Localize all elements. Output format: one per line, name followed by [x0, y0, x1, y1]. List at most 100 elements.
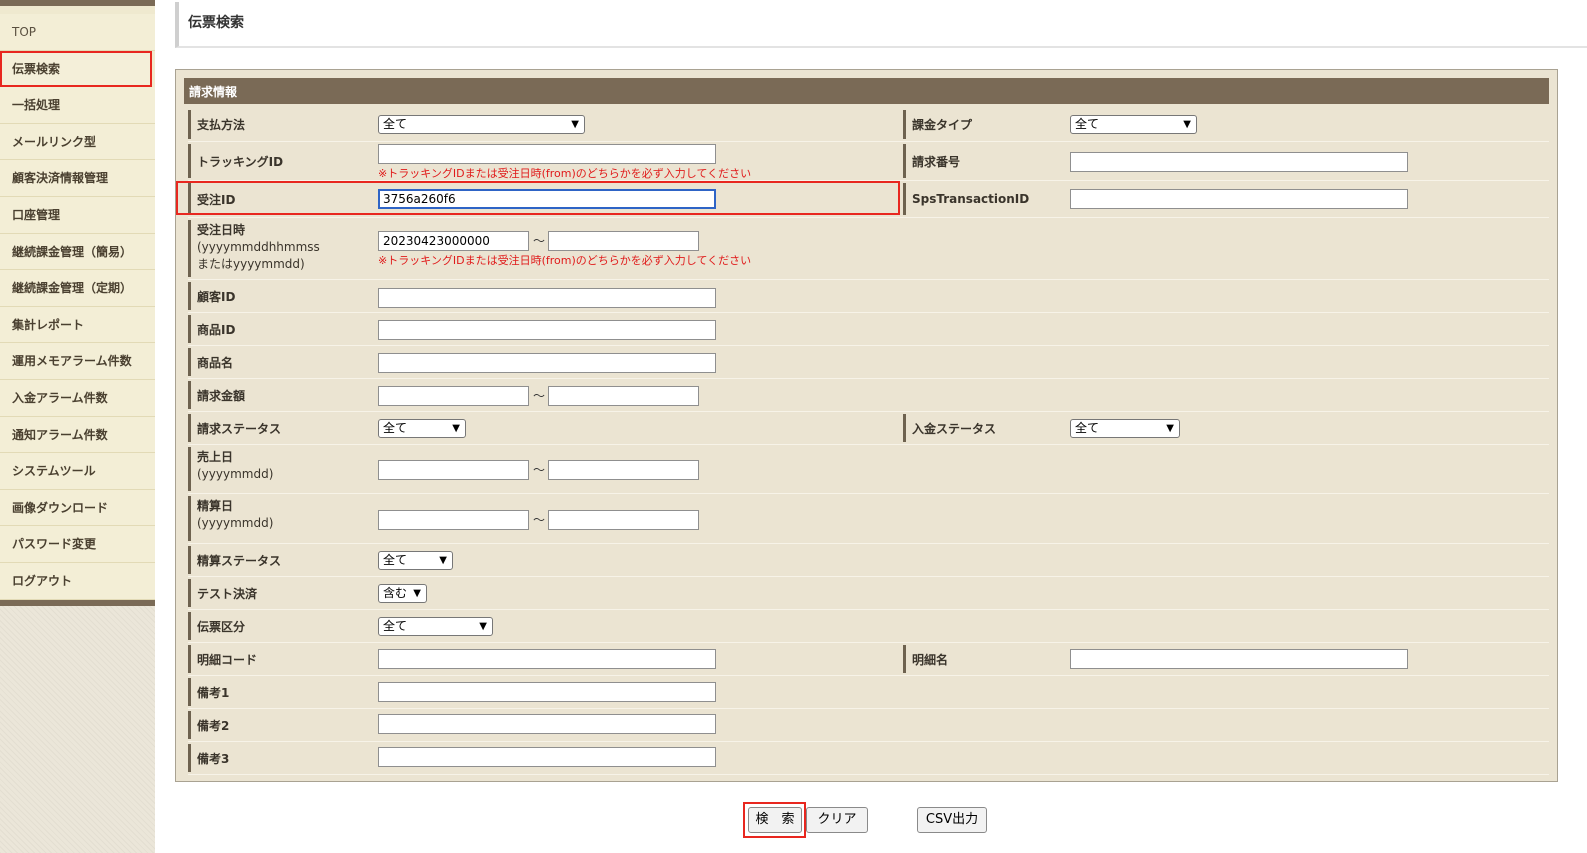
- slip-type-value: 全て: [383, 619, 408, 633]
- row-order-datetime: 受注日時 (yyyymmddhhmmss またはyyyymmdd) 202304…: [188, 218, 1549, 280]
- remarks1-input[interactable]: [378, 682, 716, 702]
- chevron-down-icon: ▼: [439, 555, 447, 566]
- billing-amount-from-input[interactable]: [378, 386, 529, 406]
- settlement-status-select[interactable]: 全て ▼: [378, 551, 453, 570]
- clear-button[interactable]: クリア: [806, 807, 868, 833]
- sidebar-item-subscription-simple[interactable]: 継続課金管理（簡易）: [0, 233, 155, 271]
- detail-name-input[interactable]: [1070, 649, 1408, 669]
- sidebar-menu: TOP 伝票検索 一括処理 メールリンク型 顧客決済情報管理 口座管理 継続課金…: [0, 14, 155, 600]
- sidebar-item-slip-search[interactable]: 伝票検索: [0, 50, 152, 88]
- remarks3-label: 備考3: [188, 744, 368, 772]
- sales-date-from-input[interactable]: [378, 460, 529, 480]
- range-separator: 〜: [533, 463, 546, 477]
- sidebar-item-report[interactable]: 集計レポート: [0, 306, 155, 344]
- row-remarks3: 備考3: [188, 742, 1549, 775]
- billing-type-label: 課金タイプ: [903, 110, 1061, 139]
- sidebar-item-payment-alarm[interactable]: 入金アラーム件数: [0, 379, 155, 417]
- row-slip-type: 伝票区分 全て ▼: [188, 610, 1549, 643]
- search-button[interactable]: 検 索: [748, 807, 802, 833]
- range-separator: 〜: [533, 234, 546, 248]
- row-settlement-date: 精算日 (yyyymmdd) 〜: [188, 494, 1549, 544]
- sidebar-top-bar: [0, 0, 155, 14]
- row-product-id: 商品ID: [188, 313, 1549, 346]
- chevron-down-icon: ▼: [1183, 119, 1191, 130]
- range-separator: 〜: [533, 389, 546, 403]
- sidebar-item-notice-alarm[interactable]: 通知アラーム件数: [0, 416, 155, 454]
- row-order-id: 受注ID 3756a260f6 SpsTransactionID: [188, 181, 1549, 218]
- customer-id-input[interactable]: [378, 288, 716, 308]
- tracking-id-input[interactable]: [378, 144, 716, 164]
- sidebar-item-customer-payment[interactable]: 顧客決済情報管理: [0, 160, 155, 197]
- invoice-number-input[interactable]: [1070, 152, 1408, 172]
- payment-method-label: 支払方法: [188, 110, 368, 139]
- order-datetime-to-input[interactable]: [548, 231, 699, 251]
- sidebar-item-image-download[interactable]: 画像ダウンロード: [0, 489, 155, 527]
- order-datetime-label-format2: またはyyyymmdd): [197, 257, 305, 271]
- product-name-input[interactable]: [378, 353, 716, 373]
- order-id-label: 受注ID: [188, 183, 368, 215]
- billing-type-select[interactable]: 全て ▼: [1070, 115, 1197, 134]
- row-customer-id: 顧客ID: [188, 280, 1549, 313]
- chevron-down-icon: ▼: [413, 588, 421, 599]
- order-datetime-label: 受注日時 (yyyymmddhhmmss またはyyyymmdd): [188, 220, 368, 277]
- sidebar-item-batch[interactable]: 一括処理: [0, 87, 155, 124]
- tracking-warning-text: ※トラッキングIDまたは受注日時(from)のどちらかを必ず入力してください: [378, 167, 752, 180]
- test-payment-label: テスト決済: [188, 579, 368, 607]
- sidebar-item-password[interactable]: パスワード変更: [0, 526, 155, 563]
- payment-status-label: 入金ステータス: [903, 414, 1061, 442]
- chevron-down-icon: ▼: [1166, 423, 1174, 434]
- row-payment-method: 支払方法 全て ▼ 課金タイプ 全て ▼: [188, 108, 1549, 142]
- remarks2-input[interactable]: [378, 714, 716, 734]
- sidebar-item-top[interactable]: TOP: [0, 14, 155, 51]
- sidebar: TOP 伝票検索 一括処理 メールリンク型 顧客決済情報管理 口座管理 継続課金…: [0, 0, 155, 853]
- sales-date-label: 売上日 (yyyymmdd): [188, 447, 368, 491]
- chevron-down-icon: ▼: [452, 423, 460, 434]
- order-datetime-label-format1: (yyyymmddhhmmss: [197, 240, 320, 254]
- settlement-date-from-input[interactable]: [378, 510, 529, 530]
- row-remarks2: 備考2: [188, 709, 1549, 742]
- search-panel: 請求情報 支払方法 全て ▼ 課金タイプ 全て ▼ トラッキングID ※トラッキング…: [175, 69, 1558, 782]
- page-title: 伝票検索: [175, 2, 1587, 48]
- sidebar-item-memo-alarm[interactable]: 運用メモアラーム件数: [0, 343, 155, 380]
- sidebar-item-subscription-regular[interactable]: 継続課金管理（定期）: [0, 270, 155, 307]
- order-datetime-from-input[interactable]: 20230423000000: [378, 231, 529, 251]
- billing-status-select[interactable]: 全て ▼: [378, 419, 466, 438]
- billing-status-value: 全て: [383, 421, 408, 435]
- settlement-date-to-input[interactable]: [548, 510, 699, 530]
- invoice-number-label: 請求番号: [903, 144, 1061, 178]
- sales-date-to-input[interactable]: [548, 460, 699, 480]
- payment-method-select[interactable]: 全て ▼: [378, 115, 585, 134]
- detail-code-input[interactable]: [378, 649, 716, 669]
- settlement-date-label-main: 精算日: [197, 499, 234, 513]
- remarks1-label: 備考1: [188, 678, 368, 706]
- billing-amount-to-input[interactable]: [548, 386, 699, 406]
- order-datetime-warning-text: ※トラッキングIDまたは受注日時(from)のどちらかを必ず入力してください: [378, 254, 752, 267]
- sidebar-item-logout[interactable]: ログアウト: [0, 562, 155, 600]
- payment-status-select[interactable]: 全て ▼: [1070, 419, 1180, 438]
- product-id-input[interactable]: [378, 320, 716, 340]
- sidebar-item-mail-link[interactable]: メールリンク型: [0, 123, 155, 161]
- product-id-label: 商品ID: [188, 315, 368, 343]
- sps-transaction-id-input[interactable]: [1070, 189, 1408, 209]
- remarks3-input[interactable]: [378, 747, 716, 767]
- sidebar-item-system-tool[interactable]: システムツール: [0, 453, 155, 490]
- slip-type-select[interactable]: 全て ▼: [378, 617, 493, 636]
- order-id-input[interactable]: 3756a260f6: [378, 189, 716, 209]
- row-billing-amount: 請求金額 〜: [188, 379, 1549, 412]
- tracking-id-label: トラッキングID: [188, 144, 368, 178]
- remarks2-label: 備考2: [188, 711, 368, 739]
- row-sales-date: 売上日 (yyyymmdd) 〜: [188, 445, 1549, 494]
- sidebar-item-account[interactable]: 口座管理: [0, 196, 155, 234]
- csv-export-button[interactable]: CSV出力: [917, 807, 987, 833]
- sidebar-bottom-bar: [0, 599, 155, 606]
- row-settlement-status: 精算ステータス 全て ▼: [188, 544, 1549, 577]
- chevron-down-icon: ▼: [479, 621, 487, 632]
- detail-code-label: 明細コード: [188, 645, 368, 673]
- panel-title: 請求情報: [184, 78, 1549, 104]
- row-product-name: 商品名: [188, 346, 1549, 379]
- settlement-status-value: 全て: [383, 553, 408, 567]
- range-separator: 〜: [533, 513, 546, 527]
- test-payment-value: 含む: [383, 586, 408, 600]
- billing-status-label: 請求ステータス: [188, 414, 368, 442]
- test-payment-select[interactable]: 含む ▼: [378, 584, 427, 603]
